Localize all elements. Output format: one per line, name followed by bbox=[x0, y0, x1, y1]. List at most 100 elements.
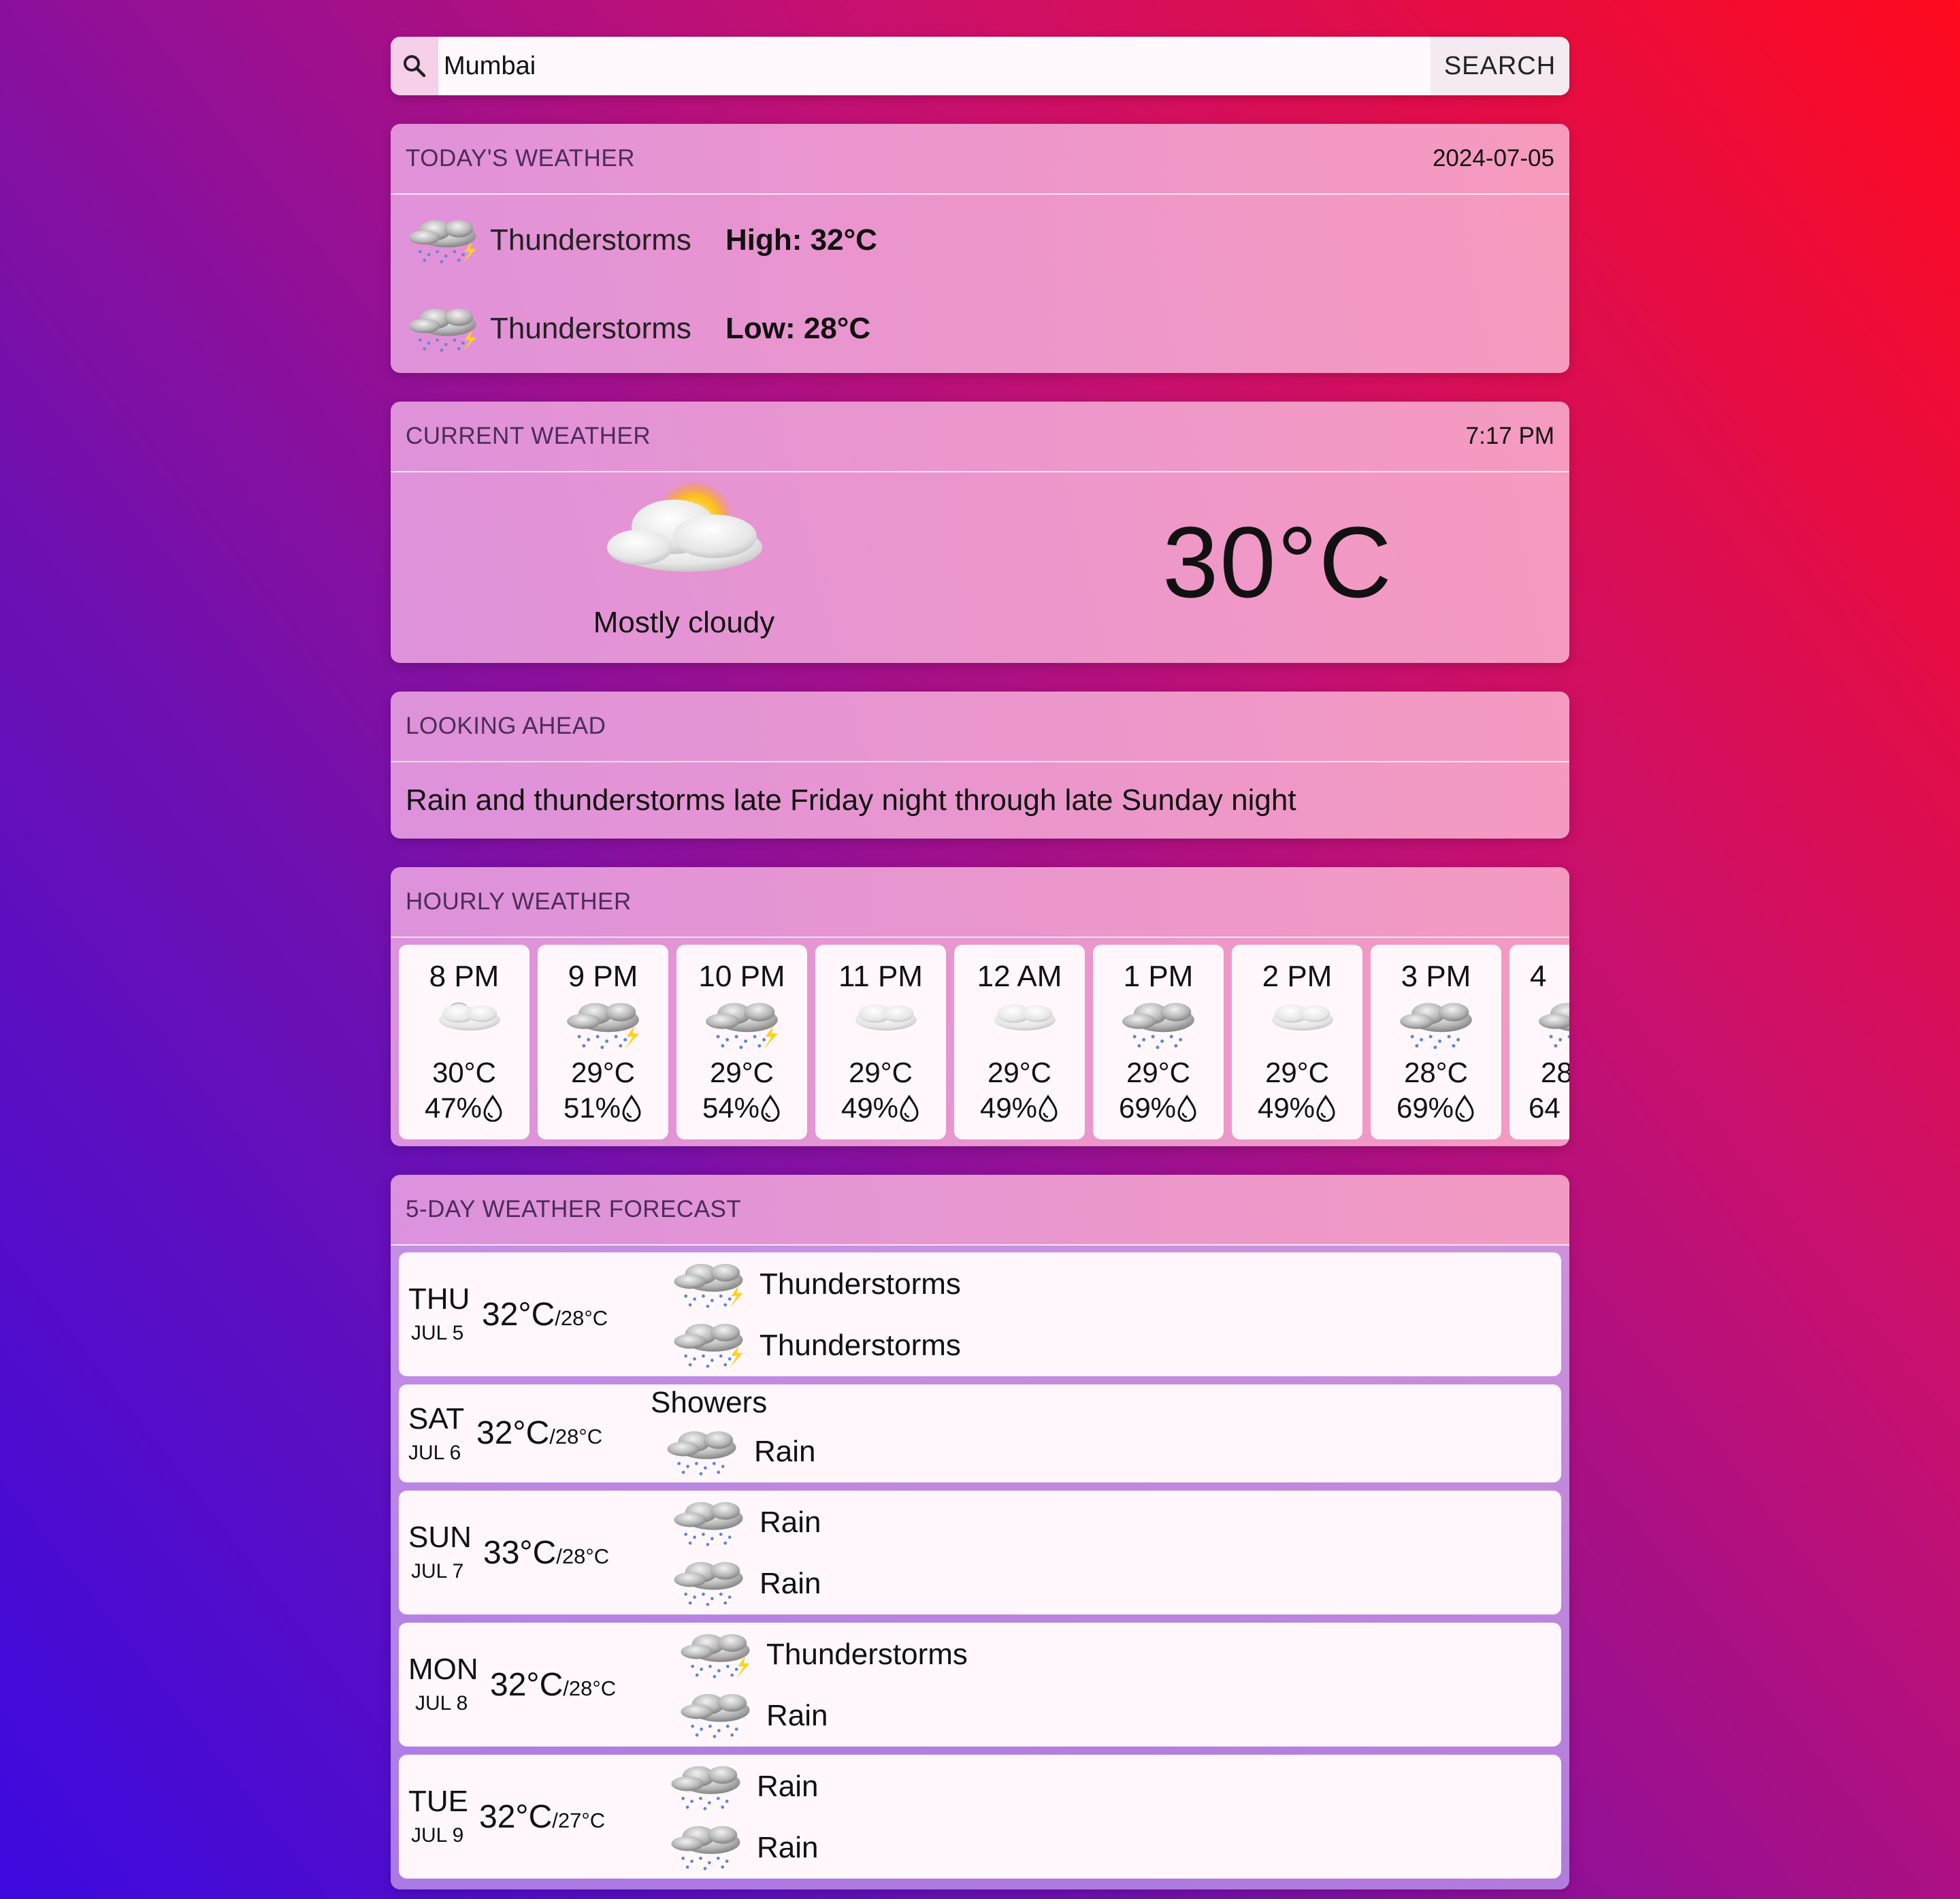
hourly-temp: 29°C bbox=[571, 1056, 635, 1088]
hourly-weather-card: HOURLY WEATHER 8 PM 30°C 47% 9 PM 29°C 5… bbox=[391, 867, 1569, 1146]
humidity-drop-icon bbox=[900, 1094, 919, 1122]
thunderstorm-icon bbox=[408, 308, 476, 352]
search-button[interactable]: SEARCH bbox=[1431, 37, 1569, 95]
rain-icon bbox=[1539, 1003, 1569, 1050]
current-weather-card: CURRENT WEATHER 7:17 PM Mostly cloudy 30… bbox=[391, 402, 1569, 663]
thunderstorm-icon bbox=[408, 220, 476, 263]
rain-icon bbox=[671, 1766, 740, 1811]
forecast-temps: 32°C/28°C bbox=[490, 1667, 617, 1703]
search-icon[interactable] bbox=[391, 37, 438, 95]
forecast-day: SUN bbox=[408, 1521, 472, 1554]
forecast-day-condition: Thunderstorms bbox=[760, 1267, 961, 1301]
card-header: LOOKING AHEAD bbox=[391, 692, 1569, 762]
hourly-time: 10 PM bbox=[698, 960, 785, 993]
hourly-temp: 28°C bbox=[1404, 1056, 1468, 1088]
current-time: 7:17 PM bbox=[1465, 423, 1554, 449]
today-low-condition: Thunderstorms bbox=[490, 312, 691, 345]
card-title: CURRENT WEATHER bbox=[406, 423, 651, 449]
forecast-night-condition: Rain bbox=[760, 1567, 821, 1600]
hourly-item: 9 PM 29°C 51% bbox=[538, 945, 668, 1139]
card-header: TODAY'S WEATHER 2024-07-05 bbox=[391, 124, 1569, 195]
thunderstorm-icon bbox=[706, 1003, 778, 1050]
hourly-scroll[interactable]: 8 PM 30°C 47% 9 PM 29°C 51% 10 PM 29°C 5… bbox=[391, 938, 1569, 1146]
forecast-day-row: SAT JUL 6 32°C/28°C Showers Rain bbox=[399, 1384, 1561, 1482]
cloudy-icon bbox=[855, 1004, 917, 1030]
card-header: HOURLY WEATHER bbox=[391, 867, 1569, 938]
hourly-time: 11 PM bbox=[838, 960, 923, 993]
hourly-time: 3 PM bbox=[1401, 960, 1471, 993]
forecast-temps: 32°C/27°C bbox=[479, 1799, 606, 1835]
forecast-date: JUL 8 bbox=[415, 1692, 468, 1715]
rain-icon bbox=[1400, 1003, 1472, 1050]
hourly-humidity: 49% bbox=[815, 1092, 946, 1124]
forecast-night-condition: Rain bbox=[754, 1435, 816, 1468]
hourly-time: 8 PM bbox=[429, 960, 500, 993]
forecast-day: MON bbox=[408, 1653, 478, 1686]
thunderstorm-icon bbox=[674, 1263, 743, 1308]
looking-ahead-card: LOOKING AHEAD Rain and thunderstorms lat… bbox=[391, 692, 1569, 839]
forecast-day-condition: Thunderstorms bbox=[766, 1638, 968, 1671]
hourly-item: 8 PM 30°C 47% bbox=[399, 945, 529, 1139]
rain-icon bbox=[681, 1693, 750, 1738]
rain-icon bbox=[671, 1825, 740, 1870]
five-day-forecast-card: 5-DAY WEATHER FORECAST THU JUL 5 32°C/28… bbox=[391, 1175, 1569, 1889]
thunderstorm-icon bbox=[681, 1634, 750, 1678]
card-title: HOURLY WEATHER bbox=[406, 888, 632, 915]
humidity-drop-icon bbox=[1455, 1094, 1474, 1122]
search-bar: Mumbai SEARCH bbox=[391, 37, 1569, 95]
forecast-day-condition: Rain bbox=[760, 1506, 821, 1539]
humidity-drop-icon bbox=[1177, 1094, 1196, 1122]
forecast-temps: 32°C/28°C bbox=[476, 1415, 603, 1451]
card-header: CURRENT WEATHER 7:17 PM bbox=[391, 402, 1569, 472]
night-cloudy-icon bbox=[438, 1002, 500, 1030]
today-high: High: 32°C bbox=[725, 223, 877, 257]
looking-ahead-text: Rain and thunderstorms late Friday night… bbox=[406, 783, 1296, 817]
today-high-condition: Thunderstorms bbox=[490, 223, 691, 257]
hourly-time: 1 PM bbox=[1123, 960, 1194, 993]
hourly-temp: 30°C bbox=[432, 1056, 496, 1088]
rain-icon bbox=[674, 1502, 743, 1546]
forecast-date: JUL 9 bbox=[411, 1824, 464, 1847]
hourly-time: 12 AM bbox=[977, 960, 1062, 993]
search-input[interactable]: Mumbai bbox=[438, 52, 1431, 81]
hourly-humidity: 69% bbox=[1093, 1092, 1224, 1124]
today-low-row: Thunderstorms Low: 28°C bbox=[391, 285, 1569, 373]
weather-app: Mumbai SEARCH TODAY'S WEATHER 2024-07-05… bbox=[391, 37, 1569, 1889]
forecast-night-condition: Rain bbox=[757, 1831, 819, 1864]
mostly-cloudy-icon bbox=[607, 481, 762, 572]
card-title: TODAY'S WEATHER bbox=[406, 145, 635, 172]
hourly-temp: 29°C bbox=[849, 1056, 913, 1088]
forecast-date: JUL 6 bbox=[408, 1442, 461, 1464]
hourly-humidity: 51% bbox=[538, 1092, 668, 1124]
forecast-temps: 32°C/28°C bbox=[482, 1297, 608, 1333]
forecast-night-condition: Thunderstorms bbox=[760, 1329, 961, 1362]
hourly-temp: 29°C bbox=[710, 1056, 774, 1088]
humidity-drop-icon bbox=[483, 1094, 502, 1122]
humidity-drop-icon bbox=[1039, 1094, 1058, 1122]
humidity-drop-icon bbox=[622, 1094, 641, 1122]
forecast-day-row: THU JUL 5 32°C/28°C Thunderstorms Thunde… bbox=[399, 1252, 1561, 1376]
hourly-time: 9 PM bbox=[568, 960, 638, 993]
cloudy-icon bbox=[994, 1004, 1056, 1030]
todays-weather-card: TODAY'S WEATHER 2024-07-05 Thunderstorms… bbox=[391, 124, 1569, 373]
hourly-temp: 29°C bbox=[1126, 1056, 1190, 1088]
card-header: 5-DAY WEATHER FORECAST bbox=[391, 1175, 1569, 1246]
hourly-humidity: 54% bbox=[676, 1092, 807, 1124]
hourly-item: 10 PM 29°C 54% bbox=[676, 945, 807, 1139]
hourly-time: 4 bbox=[1530, 960, 1547, 993]
hourly-humidity: 69% bbox=[1371, 1092, 1501, 1124]
forecast-list: THU JUL 5 32°C/28°C Thunderstorms Thunde… bbox=[391, 1246, 1569, 1889]
hourly-humidity: 49% bbox=[954, 1092, 1085, 1124]
forecast-temps: 33°C/28°C bbox=[483, 1535, 610, 1571]
forecast-day: TUE bbox=[408, 1785, 468, 1818]
forecast-date: JUL 7 bbox=[411, 1560, 464, 1582]
forecast-day: THU bbox=[408, 1282, 470, 1316]
rain-icon bbox=[667, 1431, 736, 1476]
today-high-row: Thunderstorms High: 32°C bbox=[391, 196, 1569, 285]
today-low: Low: 28°C bbox=[725, 312, 871, 345]
hourly-temp: 28 bbox=[1541, 1056, 1569, 1088]
current-temperature: 30°C bbox=[1162, 506, 1393, 619]
card-title: 5-DAY WEATHER FORECAST bbox=[406, 1196, 742, 1222]
hourly-humidity: 49% bbox=[1232, 1092, 1362, 1124]
hourly-time: 2 PM bbox=[1262, 960, 1333, 993]
